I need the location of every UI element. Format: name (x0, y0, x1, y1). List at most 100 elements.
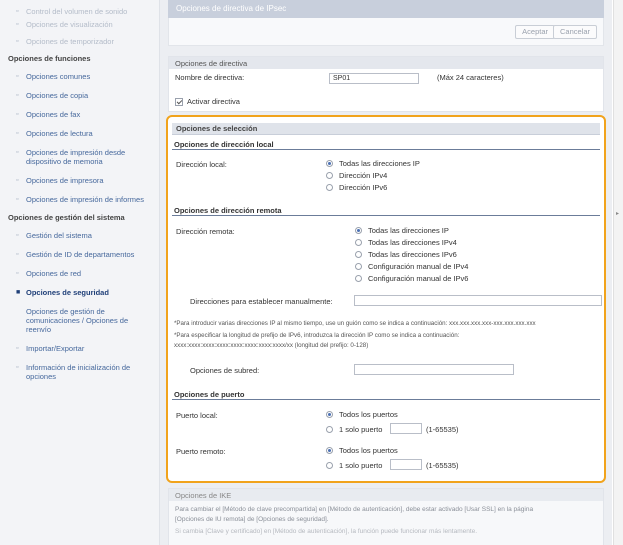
button-bar: Aceptar Cancelar (168, 18, 604, 46)
scroll-arrow-icon[interactable]: ▸ (616, 210, 621, 222)
remote-port-input[interactable] (390, 459, 422, 470)
sidebar-group-functions: Opciones de funciones (8, 54, 91, 63)
radio-icon[interactable] (355, 239, 362, 246)
remote-port-radio-all[interactable]: Todos los puertos (326, 446, 398, 455)
bullet-icon: ▫ (16, 196, 19, 203)
manual-address-input[interactable] (354, 295, 602, 306)
bullet-icon: ▫ (16, 111, 19, 118)
sidebar-item-printer[interactable]: ▫ Opciones de impresora (0, 174, 159, 187)
local-port-label: Puerto local: (176, 411, 218, 420)
ike-text-3: Si cambia [Clave y certificado] en [Méto… (175, 528, 478, 535)
bullet-icon: ▫ (16, 149, 19, 156)
sidebar-item-common[interactable]: ▫ Opciones comunes (0, 70, 159, 83)
remote-port-range: (1-65535) (426, 461, 459, 470)
local-address-heading: Opciones de dirección local (172, 139, 600, 150)
local-radio-ipv4[interactable]: Dirección IPv4 (326, 171, 387, 180)
sidebar-item-copy[interactable]: ▫ Opciones de copia (0, 89, 159, 102)
sidebar-item-timer[interactable]: ▫ Opciones de temporizador (0, 35, 159, 48)
subnet-label: Opciones de subred: (190, 366, 260, 375)
page-title: Opciones de directiva de IPsec (176, 4, 287, 13)
bullet-icon: ▫ (16, 364, 19, 371)
sidebar-item-security[interactable]: ■ Opciones de seguridad (0, 286, 159, 299)
main-content: Opciones de directiva de IPsec Aceptar C… (160, 0, 612, 545)
page-header: Opciones de directiva de IPsec (168, 0, 604, 18)
remote-port-label: Puerto remoto: (176, 447, 226, 456)
radio-icon[interactable] (326, 172, 333, 179)
bullet-icon: ▫ (16, 21, 19, 28)
remote-radio-manual-ipv4[interactable]: Configuración manual de IPv4 (355, 262, 468, 271)
local-port-radio-single[interactable]: 1 solo puerto (326, 425, 382, 434)
radio-selected-icon[interactable] (355, 227, 362, 234)
sidebar-item-report-print[interactable]: ▫ Opciones de impresión de informes (0, 193, 159, 206)
radio-selected-icon[interactable] (326, 447, 333, 454)
local-address-label: Dirección local: (176, 160, 227, 169)
ike-section-title: Opciones de IKE (169, 489, 603, 501)
subnet-input[interactable] (354, 364, 514, 375)
bullet-icon: ▫ (16, 38, 19, 45)
local-port-input[interactable] (390, 423, 422, 434)
sidebar-item-memory-print[interactable]: ▫ Opciones de impresión desde dispositivo… (0, 146, 159, 168)
bullet-icon: ▫ (16, 177, 19, 184)
radio-icon[interactable] (326, 184, 333, 191)
manual-address-label: Direcciones para establecer manualmente: (190, 297, 333, 306)
bullet-icon: ▫ (16, 8, 19, 15)
sidebar-item-display[interactable]: ▫ Opciones de visualización (0, 18, 159, 31)
sidebar-group-system: Opciones de gestión del sistema (8, 213, 125, 222)
bullet-icon: ▫ (16, 92, 19, 99)
bullet-icon: ▫ (16, 251, 19, 258)
policy-panel: Opciones de directiva Nombre de directiv… (168, 56, 604, 112)
note-multiple-addresses: *Para introducir varias direcciones IP a… (174, 320, 536, 327)
bullet-icon: ■ (16, 289, 21, 296)
remote-address-heading: Opciones de dirección remota (172, 205, 600, 216)
sidebar-item-network[interactable]: ▫ Opciones de red (0, 267, 159, 280)
remote-radio-all-ip[interactable]: Todas las direcciones IP (355, 226, 449, 235)
radio-selected-icon[interactable] (326, 411, 333, 418)
remote-radio-all-ipv4[interactable]: Todas las direcciones IPv4 (355, 238, 457, 247)
radio-icon[interactable] (326, 462, 333, 469)
radio-icon[interactable] (355, 251, 362, 258)
remote-address-label: Dirección remota: (176, 227, 235, 236)
accept-button[interactable]: Aceptar (515, 25, 555, 39)
remote-port-radio-single[interactable]: 1 solo puerto (326, 461, 382, 470)
port-heading: Opciones de puerto (172, 389, 600, 400)
policy-name-hint: (Máx 24 caracteres) (437, 73, 504, 82)
policy-section-title: Opciones de directiva (169, 57, 603, 69)
sidebar: ▫ Control del volumen de sonido ▫ Opciones… (0, 0, 160, 545)
local-radio-all-ip[interactable]: Todas las direcciones IP (326, 159, 420, 168)
sidebar-item-fax[interactable]: ▫ Opciones de fax (0, 108, 159, 121)
bullet-icon: ▫ (16, 270, 19, 277)
vertical-scrollbar[interactable]: ▸ (613, 0, 623, 545)
selection-settings-box: Opciones de selección Opciones de direcc… (166, 115, 606, 483)
local-port-radio-all[interactable]: Todos los puertos (326, 410, 398, 419)
note-ipv6-prefix: *Para especificar la longitud de prefijo… (174, 332, 460, 339)
bullet-icon: ▫ (16, 232, 19, 239)
sidebar-item-system[interactable]: ▫ Gestión del sistema (0, 229, 159, 242)
ike-text-1: Para cambiar el [Método de clave precomp… (175, 506, 534, 513)
sidebar-item-volume[interactable]: ▫ Control del volumen de sonido (0, 5, 159, 18)
radio-icon[interactable] (355, 263, 362, 270)
bullet-icon: ▫ (16, 73, 19, 80)
sidebar-item-scan[interactable]: ▫ Opciones de lectura (0, 127, 159, 140)
local-port-range: (1-65535) (426, 425, 459, 434)
local-radio-ipv6[interactable]: Dirección IPv6 (326, 183, 387, 192)
enable-policy-row[interactable]: Activar directiva (175, 97, 240, 107)
ike-panel: Opciones de IKE Para cambiar el [Método … (168, 488, 604, 545)
bullet-icon: ▫ (16, 130, 19, 137)
note-ipv6-format: xxxx:xxxx:xxxx:xxxx:xxxx:xxxx:xxxx:xxxx/… (174, 342, 369, 349)
policy-name-input[interactable] (329, 73, 419, 84)
sidebar-item-department-id[interactable]: ▫ Gestión de ID de departamentos (0, 248, 159, 261)
radio-icon[interactable] (355, 275, 362, 282)
ike-text-2: [Opciones de IU remota] de [Opciones de … (175, 516, 329, 523)
sidebar-item-communications[interactable]: Opciones de gestión de comunicaciones / … (0, 305, 159, 336)
cancel-button[interactable]: Cancelar (552, 25, 597, 39)
radio-icon[interactable] (326, 426, 333, 433)
remote-radio-manual-ipv6[interactable]: Configuración manual de IPv6 (355, 274, 468, 283)
remote-radio-all-ipv6[interactable]: Todas las direcciones IPv6 (355, 250, 457, 259)
radio-selected-icon[interactable] (326, 160, 333, 167)
sidebar-item-init-info[interactable]: ▫ Información de inicialización de opcion… (0, 361, 159, 383)
sidebar-item-import-export[interactable]: ▫ Importar/Exportar (0, 342, 159, 355)
enable-policy-checkbox[interactable] (175, 98, 183, 107)
bullet-icon: ▫ (16, 345, 19, 352)
policy-name-label: Nombre de directiva: (175, 73, 245, 82)
selection-section-title: Opciones de selección (172, 123, 600, 135)
